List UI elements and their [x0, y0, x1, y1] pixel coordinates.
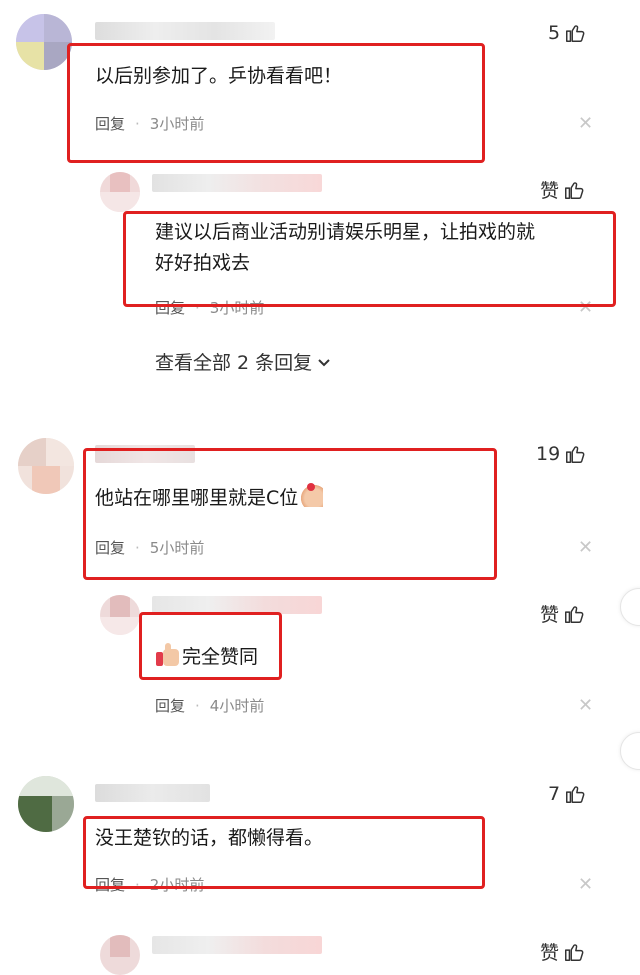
reply-button[interactable]: 回复 — [155, 697, 185, 715]
view-all-label: 查看全部 2 条回复 — [155, 352, 313, 374]
thumbs-up-icon — [564, 22, 586, 44]
like-count: 7 — [548, 783, 561, 805]
chevron-down-icon — [318, 358, 330, 366]
reply-meta: 回复 · 4小时前 — [155, 697, 265, 715]
username-redacted — [152, 174, 322, 192]
like-button[interactable]: 赞 — [540, 600, 585, 627]
timestamp: 4小时前 — [209, 697, 265, 715]
highlight-box — [83, 816, 485, 889]
like-button[interactable]: 7 — [548, 783, 586, 805]
avatar[interactable] — [16, 14, 72, 70]
avatar[interactable] — [18, 776, 74, 832]
thumbs-up-icon — [564, 443, 586, 465]
close-icon[interactable]: ✕ — [578, 113, 593, 134]
avatar[interactable] — [100, 935, 140, 975]
like-button[interactable]: 5 — [548, 22, 586, 44]
side-float-button[interactable] — [620, 732, 640, 770]
like-count: 19 — [536, 443, 561, 465]
thumbs-up-icon — [563, 179, 585, 201]
username-redacted — [95, 22, 275, 40]
username-redacted — [95, 784, 210, 802]
username-redacted — [152, 936, 322, 954]
like-count: 5 — [548, 22, 561, 44]
avatar[interactable] — [100, 172, 140, 212]
close-icon[interactable]: ✕ — [578, 695, 593, 716]
thumbs-up-icon — [563, 603, 585, 625]
thumbs-up-icon — [564, 783, 586, 805]
highlight-box — [139, 612, 282, 680]
like-button[interactable]: 19 — [536, 443, 586, 465]
highlight-box — [83, 448, 497, 580]
avatar[interactable] — [18, 438, 74, 494]
highlight-box — [123, 211, 616, 307]
side-float-button[interactable] — [620, 588, 640, 626]
like-button[interactable]: 赞 — [540, 176, 585, 203]
like-label: 赞 — [540, 180, 560, 202]
highlight-box — [67, 43, 485, 163]
view-all-replies-button[interactable]: 查看全部 2 条回复 — [155, 348, 332, 375]
like-label: 赞 — [540, 604, 560, 626]
close-icon[interactable]: ✕ — [578, 874, 593, 895]
avatar[interactable] — [100, 595, 140, 635]
thumbs-up-icon — [563, 941, 585, 963]
close-icon[interactable]: ✕ — [578, 537, 593, 558]
